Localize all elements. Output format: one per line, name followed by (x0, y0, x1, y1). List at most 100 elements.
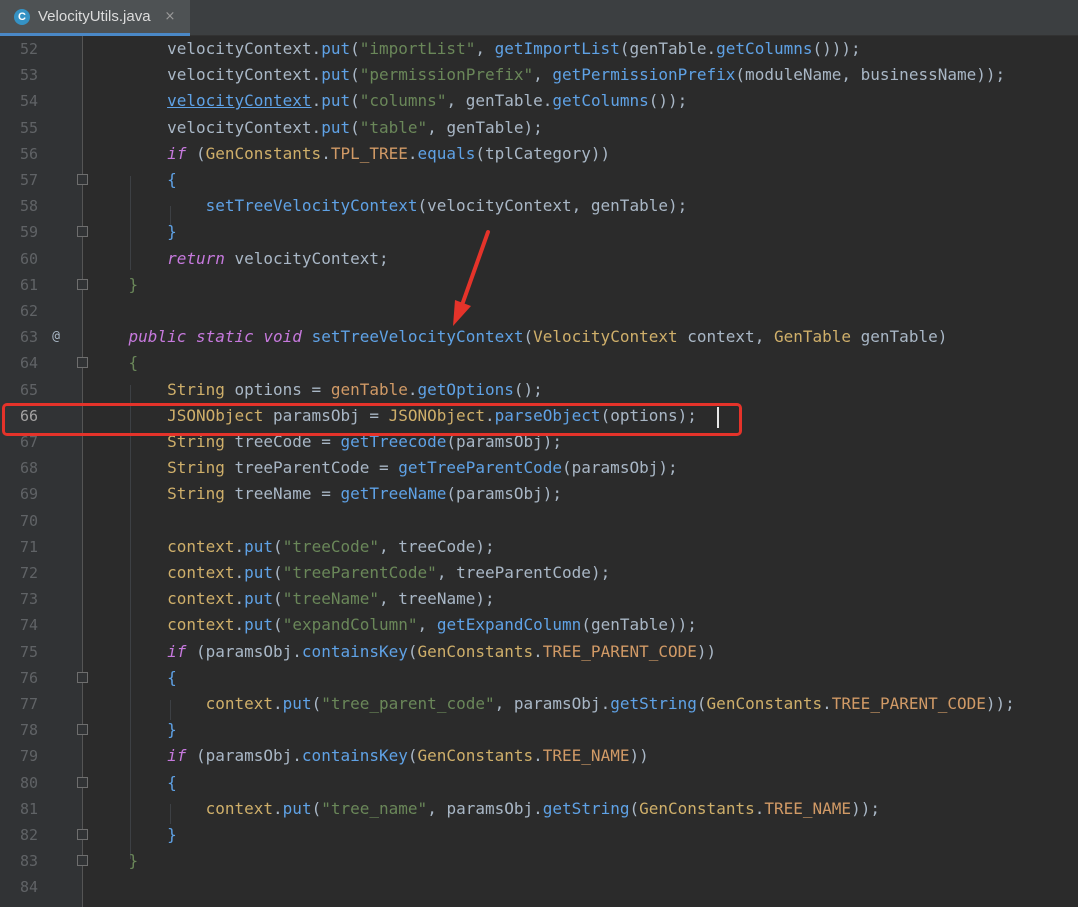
code-text: } (90, 822, 177, 848)
code-line[interactable]: 59 } (0, 219, 1078, 245)
code-line[interactable]: 64 { (0, 350, 1078, 376)
line-number: 61 (19, 275, 38, 294)
code-line[interactable]: 61 } (0, 272, 1078, 298)
fold-marker-icon[interactable] (77, 855, 88, 867)
code-line[interactable]: 77 context.put("tree_parent_code", param… (0, 691, 1078, 717)
code-token: ( (350, 65, 360, 85)
fold-marker-icon[interactable] (77, 174, 88, 185)
code-line[interactable]: 58 setTreeVelocityContext(velocityContex… (0, 193, 1078, 219)
fold-marker-icon[interactable] (77, 278, 88, 290)
line-number: 55 (19, 118, 38, 137)
line-number: 64 (19, 354, 38, 373)
code-line[interactable]: 74 context.put("expandColumn", getExpand… (0, 612, 1078, 638)
code-line[interactable]: 75 if (paramsObj.containsKey(GenConstant… (0, 639, 1078, 665)
code-line[interactable]: 82 } (0, 822, 1078, 848)
code-token: VelocityContext (533, 327, 678, 347)
fold-marker-icon[interactable] (77, 776, 88, 788)
code-token: context (205, 798, 274, 818)
code-token: equals (417, 143, 476, 163)
fold-marker-icon[interactable] (77, 724, 88, 736)
code-token: velocityContext. (167, 39, 322, 58)
code-token: context, (677, 327, 774, 347)
code-token: (paramsObj. (186, 641, 302, 661)
code-token: ( (186, 143, 206, 163)
code-token: "treeName" (282, 589, 380, 609)
code-token: )) (696, 641, 717, 661)
code-line[interactable]: 81 context.put("tree_name", paramsObj.ge… (0, 796, 1078, 822)
fold-marker-icon[interactable] (77, 357, 88, 369)
code-line[interactable]: 53 velocityContext.put("permissionPrefix… (0, 62, 1078, 88)
code-token: getTreeName (340, 484, 447, 504)
code-line[interactable]: 69 String treeName = getTreeName(paramsO… (0, 481, 1078, 507)
code-line[interactable]: 76 { (0, 665, 1078, 691)
code-token: . (533, 746, 543, 766)
code-token: )); (851, 798, 880, 818)
code-token: treeName = (224, 484, 341, 504)
code-line[interactable]: 80 { (0, 770, 1078, 796)
code-line[interactable]: 56 if (GenConstants.TPL_TREE.equals(tplC… (0, 141, 1078, 167)
code-line[interactable]: 54 velocityContext.put("columns", genTab… (0, 88, 1078, 114)
code-token: . (407, 379, 418, 399)
code-token: , paramsObj. (494, 694, 611, 713)
line-number: 80 (19, 773, 38, 792)
code-token: ( (311, 694, 322, 713)
code-text: context.put("treeCode", treeCode); (90, 534, 495, 560)
code-line[interactable]: 55 velocityContext.put("table", genTable… (0, 115, 1078, 141)
code-text: context.put("expandColumn", getExpandCol… (90, 612, 697, 638)
code-line[interactable]: 83 } (0, 848, 1078, 874)
line-number: 69 (19, 485, 38, 504)
code-token: )) (629, 746, 649, 766)
code-token: getExpandColumn (436, 615, 582, 635)
close-icon[interactable]: × (165, 9, 176, 24)
code-token: velocityContext; (224, 248, 389, 268)
code-line[interactable]: 78 } (0, 717, 1078, 743)
fold-marker-icon[interactable] (77, 671, 88, 683)
code-line[interactable]: 60 return velocityContext; (0, 246, 1078, 272)
code-token: . (822, 694, 832, 713)
code-line[interactable]: 84 (0, 874, 1078, 900)
code-line[interactable]: 57 { (0, 167, 1078, 193)
code-token: getColumns (552, 91, 649, 111)
line-number: 74 (19, 616, 38, 635)
code-line[interactable]: 52 velocityContext.put("importList", get… (0, 36, 1078, 62)
code-token: . (234, 589, 245, 609)
code-token: . (533, 641, 543, 661)
code-line[interactable]: 79 if (paramsObj.containsKey(GenConstant… (0, 743, 1078, 769)
code-line[interactable]: 65 String options = genTable.getOptions(… (0, 377, 1078, 403)
code-editor[interactable]: 52 velocityContext.put("importList", get… (0, 36, 1078, 907)
code-token: { (167, 170, 177, 189)
code-token: getString (542, 798, 630, 818)
code-token: "permissionPrefix" (359, 65, 534, 85)
code-line[interactable]: 73 context.put("treeName", treeName); (0, 586, 1078, 612)
code-token: put (321, 65, 351, 85)
code-token: (genTable. (619, 39, 717, 58)
tab-velocityutils-java[interactable]: C VelocityUtils.java × (0, 0, 190, 36)
code-token: , paramsObj. (427, 798, 543, 818)
code-text: velocityContext.put("table", genTable); (90, 115, 543, 141)
code-line[interactable]: 72 context.put("treeParentCode", treePar… (0, 560, 1078, 586)
code-line[interactable]: 71 context.put("treeCode", treeCode); (0, 534, 1078, 560)
code-token: } (128, 274, 139, 294)
code-text: velocityContext.put("columns", genTable.… (90, 88, 687, 114)
fold-marker-icon[interactable] (77, 829, 88, 840)
code-line[interactable]: 63 @ public static void setTreeVelocityCo… (0, 324, 1078, 350)
code-token: ( (273, 563, 283, 582)
code-line[interactable]: 62 (0, 298, 1078, 324)
override-marker-icon[interactable]: @ (46, 324, 66, 350)
fold-marker-icon[interactable] (77, 226, 88, 238)
code-token: context (167, 563, 235, 582)
code-line[interactable]: 70 (0, 508, 1078, 534)
code-token: ( (273, 615, 283, 635)
code-token: ( (350, 91, 360, 111)
line-number: 70 (19, 511, 38, 530)
code-token: getOptions (417, 379, 514, 399)
code-line[interactable]: 68 String treeParentCode = getTreeParent… (0, 455, 1078, 481)
code-token: GenConstants (417, 641, 534, 661)
